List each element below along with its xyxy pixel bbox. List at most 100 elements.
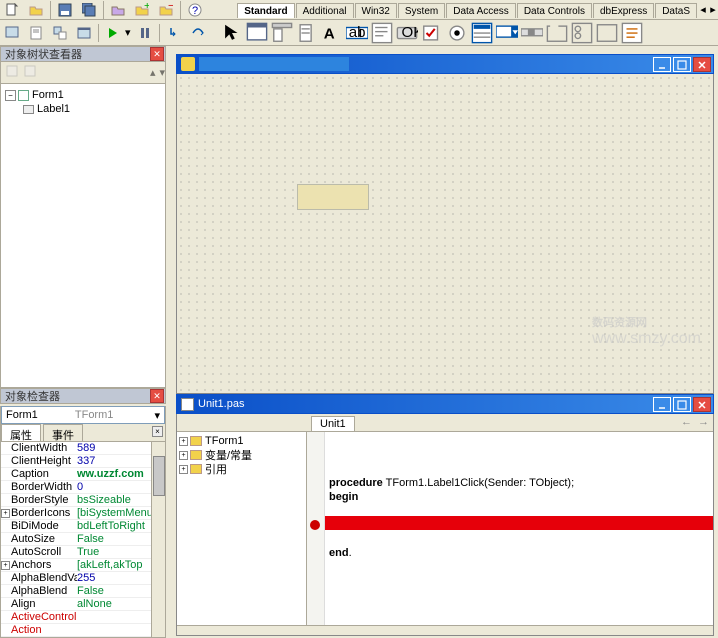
trace-into-icon[interactable]	[162, 24, 186, 42]
palette-tab-additional[interactable]: Additional	[296, 3, 354, 18]
pause-icon[interactable]	[133, 24, 157, 42]
palette-scroll-left-icon[interactable]: ◂	[698, 3, 708, 17]
code-line[interactable]: end.	[329, 546, 709, 560]
palette-groupbox-icon[interactable]	[545, 22, 569, 44]
prop-row-anchors[interactable]: Anchors+[akLeft,akTop	[1, 559, 165, 572]
prop-row-bidimode[interactable]: BiDiModebdLeftToRight	[1, 520, 165, 533]
designer-label1-component[interactable]	[297, 184, 369, 210]
palette-scroll-right-icon[interactable]: ▸	[708, 3, 718, 17]
prop-row-autoscroll[interactable]: AutoScrollTrue	[1, 546, 165, 559]
palette-label-icon[interactable]: A	[320, 22, 344, 44]
palette-tab-standard[interactable]: Standard	[237, 3, 294, 18]
tree-down-icon[interactable]: ▾	[159, 66, 165, 79]
form-designer-titlebar[interactable]	[176, 54, 714, 74]
close-icon[interactable]: ✕	[150, 389, 164, 403]
palette-popupmenu-icon[interactable]	[295, 22, 319, 44]
scrollbar-thumb[interactable]	[153, 456, 165, 496]
code-explorer[interactable]: +TForm1+变量/常量+引用	[177, 432, 307, 625]
palette-actionlist-icon[interactable]	[620, 22, 644, 44]
open-project-icon[interactable]	[106, 1, 130, 19]
nav-next-icon[interactable]: →	[698, 416, 709, 428]
expand-icon[interactable]: +	[1, 509, 10, 518]
code-explorer-node[interactable]: +TForm1	[179, 434, 304, 448]
maximize-button[interactable]	[673, 397, 691, 412]
maximize-button[interactable]	[673, 57, 691, 72]
minimize-button[interactable]	[653, 397, 671, 412]
palette-button-icon[interactable]: OK	[395, 22, 419, 44]
code-editor-titlebar[interactable]: Unit1.pas	[176, 394, 714, 414]
palette-tab-data-access[interactable]: Data Access	[446, 3, 516, 18]
palette-scrollbar-icon[interactable]	[520, 22, 544, 44]
prop-row-borderstyle[interactable]: BorderStylebsSizeable	[1, 494, 165, 507]
prop-row-alphablendva[interactable]: AlphaBlendVa255	[1, 572, 165, 585]
tab-events[interactable]: 事件	[43, 424, 83, 441]
palette-frames-icon[interactable]	[245, 22, 269, 44]
tree-node-form[interactable]: − Form1	[5, 88, 161, 102]
palette-checkbox-icon[interactable]	[420, 22, 444, 44]
prop-row-clientheight[interactable]: ClientHeight337	[1, 455, 165, 468]
palette-pointer-icon[interactable]	[220, 22, 244, 44]
code-explorer-node[interactable]: +变量/常量	[179, 448, 304, 462]
palette-radiobutton-icon[interactable]	[445, 22, 469, 44]
new-form-icon[interactable]	[72, 24, 96, 42]
toggle-form-unit-icon[interactable]	[48, 24, 72, 42]
palette-tab-win32[interactable]: Win32	[355, 3, 397, 18]
palette-combobox-icon[interactable]	[495, 22, 519, 44]
prop-row-clientwidth[interactable]: ClientWidth589	[1, 442, 165, 455]
tabs-close-icon[interactable]: ×	[152, 426, 163, 437]
step-over-icon[interactable]	[186, 24, 210, 42]
minimize-button[interactable]	[653, 57, 671, 72]
expando-icon[interactable]: +	[179, 465, 188, 474]
save-all-icon[interactable]	[77, 1, 101, 19]
close-button[interactable]	[693, 57, 711, 72]
code-editor[interactable]: procedure TForm1.Label1Click(Sender: TOb…	[307, 432, 713, 625]
save-icon[interactable]	[53, 1, 77, 19]
prop-row-activecontrol[interactable]: ActiveControl	[1, 611, 165, 624]
prop-row-autosize[interactable]: AutoSizeFalse	[1, 533, 165, 546]
view-form-icon[interactable]	[0, 24, 24, 42]
editor-gutter[interactable]	[307, 432, 325, 625]
code-line[interactable]: begin	[329, 490, 709, 504]
view-unit-icon[interactable]	[24, 24, 48, 42]
new-icon[interactable]	[0, 1, 24, 19]
chevron-down-icon[interactable]: ▾	[154, 409, 160, 422]
help-icon[interactable]: ?	[183, 1, 207, 19]
scrollbar[interactable]	[151, 442, 165, 637]
palette-radiogroup-icon[interactable]	[570, 22, 594, 44]
breakpoint-icon[interactable]	[310, 520, 320, 530]
expando-icon[interactable]: +	[179, 451, 188, 460]
prop-row-borderwidth[interactable]: BorderWidth0	[1, 481, 165, 494]
tree-delete-icon[interactable]	[23, 64, 37, 81]
palette-edit-icon[interactable]: ab	[345, 22, 369, 44]
tree-new-icon[interactable]	[5, 64, 19, 81]
editor-text[interactable]: procedure TForm1.Label1Click(Sender: TOb…	[325, 432, 713, 625]
nav-prev-icon[interactable]: ←	[681, 416, 692, 428]
properties-grid[interactable]: ClientWidth589ClientHeight337Captionww.u…	[1, 442, 165, 637]
code-tab-unit1[interactable]: Unit1	[311, 416, 355, 431]
prop-row-caption[interactable]: Captionww.uzzf.com	[1, 468, 165, 481]
prop-row-alphablend[interactable]: AlphaBlendFalse	[1, 585, 165, 598]
run-dropdown-icon[interactable]: ▾	[125, 26, 133, 39]
palette-tab-datas[interactable]: DataS	[655, 3, 697, 18]
expando-icon[interactable]: +	[179, 437, 188, 446]
expando-icon[interactable]: −	[5, 90, 16, 101]
tree-up-icon[interactable]: ▴	[150, 66, 156, 79]
prop-row-align[interactable]: AlignalNone	[1, 598, 165, 611]
tree-node-label1[interactable]: Label1	[23, 102, 161, 116]
code-explorer-node[interactable]: +引用	[179, 462, 304, 476]
run-icon[interactable]	[101, 24, 125, 42]
palette-mainmenu-icon[interactable]	[270, 22, 294, 44]
palette-panel-icon[interactable]	[595, 22, 619, 44]
remove-file-icon[interactable]: −	[154, 1, 178, 19]
palette-memo-icon[interactable]	[370, 22, 394, 44]
inspector-instance-combo[interactable]: Form1 TForm1 ▾	[1, 406, 165, 424]
object-tree-body[interactable]: − Form1 Label1	[1, 84, 165, 387]
palette-tab-data-controls[interactable]: Data Controls	[517, 3, 592, 18]
open-icon[interactable]	[24, 1, 48, 19]
expand-icon[interactable]: +	[1, 561, 10, 570]
tab-properties[interactable]: 属性	[1, 424, 41, 441]
close-button[interactable]	[693, 397, 711, 412]
add-file-icon[interactable]: +	[130, 1, 154, 19]
code-line[interactable]	[329, 532, 709, 546]
palette-tab-system[interactable]: System	[398, 3, 445, 18]
